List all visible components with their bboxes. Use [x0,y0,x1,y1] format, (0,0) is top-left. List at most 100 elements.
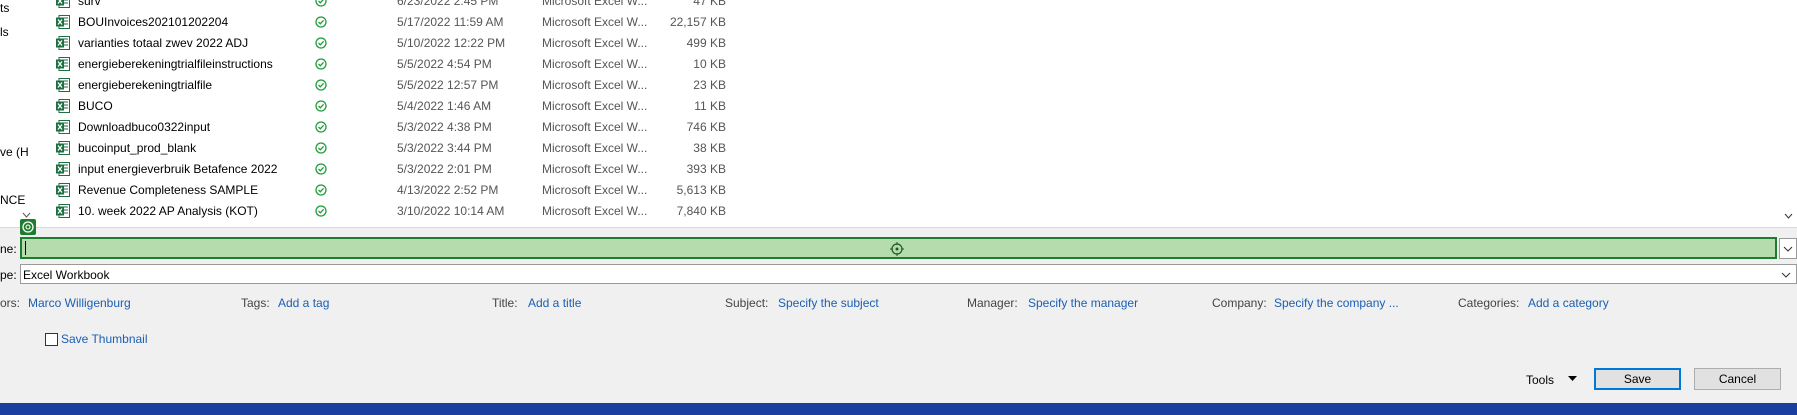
file-type: Microsoft Excel W... [542,99,648,113]
sync-ok-icon [315,163,327,175]
file-name: energieberekeningtrialfileinstructions [78,57,273,71]
authors-value[interactable]: Marco Willigenburg [28,296,131,310]
file-list: surv 6/23/2022 2:45 PM Microsoft Excel W..… [33,0,1797,228]
sync-ok-icon [315,205,327,217]
file-size: 11 KB [694,99,726,113]
file-date: 6/23/2022 2:45 PM [397,0,499,8]
subject-label: Subject: [725,296,769,310]
file-name: varianties totaal zwev 2022 ADJ [78,36,249,50]
title-value[interactable]: Add a title [528,296,581,310]
file-type: Microsoft Excel W... [542,57,648,71]
file-row[interactable]: input energieverbruik Betafence 2022 5/3/… [33,159,733,180]
navigation-pane: ts ls ve (H NCE [0,0,34,228]
tags-label: Tags: [241,296,270,310]
excel-file-icon [56,15,70,29]
file-name: Downloadbuco0322input [78,120,211,134]
file-type: Microsoft Excel W... [542,78,648,92]
scroll-down-icon[interactable] [1784,212,1793,220]
file-row[interactable]: surv 6/23/2022 2:45 PM Microsoft Excel W..… [33,0,733,12]
file-row[interactable]: BOUInvoices202101202204 5/17/2022 11:59 A… [33,12,733,33]
subject-value[interactable]: Specify the subject [778,296,879,310]
sync-ok-icon [315,0,327,7]
excel-file-icon [56,99,70,113]
file-name: surv [78,0,101,8]
company-label: Company: [1212,296,1267,310]
file-size: 22,157 KB [669,15,726,29]
file-type: Microsoft Excel W... [542,36,648,50]
save-thumbnail-checkbox[interactable] [45,333,58,346]
excel-file-icon [56,120,70,134]
file-row[interactable]: energieberekeningtrialfileinstructions 5/… [33,54,733,75]
cancel-button[interactable]: Cancel [1694,368,1781,390]
excel-file-icon [56,36,70,50]
excel-file-icon [56,162,70,176]
filename-dropdown-button[interactable] [1779,238,1797,259]
file-date: 3/10/2022 10:14 AM [397,204,505,218]
file-row[interactable]: BUCO 5/4/2022 1:46 AM Microsoft Excel W...… [33,96,733,117]
excel-file-icon [56,141,70,155]
sync-ok-icon [315,121,327,133]
save-thumbnail-label[interactable]: Save Thumbnail [61,332,148,346]
nav-item-fragment[interactable]: ts [0,1,9,15]
sync-ok-icon [315,100,327,112]
savetype-value: Excel Workbook [23,268,110,282]
file-row[interactable]: Downloadbuco0322input 5/3/2022 4:38 PM Mic… [33,117,733,138]
file-name: 10. week 2022 AP Analysis (KOT) [78,204,258,218]
file-size: 5,613 KB [676,183,726,197]
file-date: 5/3/2022 4:38 PM [397,120,492,134]
savetype-select[interactable]: Excel Workbook [20,264,1797,284]
file-name: Revenue Completeness SAMPLE [78,183,259,197]
tags-value[interactable]: Add a tag [278,296,329,310]
savetype-label: pe: [0,268,17,282]
file-type: Microsoft Excel W... [542,0,648,8]
authors-label: ors: [0,296,21,310]
file-size: 38 KB [693,141,726,155]
sync-ok-icon [315,184,327,196]
file-size: 7,840 KB [676,204,726,218]
caret-down-icon[interactable] [1568,376,1577,382]
file-row[interactable]: Revenue Completeness SAMPLE 4/13/2022 2:5… [33,180,733,201]
file-type: Microsoft Excel W... [542,204,648,218]
file-name: BUCO [78,99,113,113]
file-size: 393 KB [686,162,726,176]
file-row[interactable]: varianties totaal zwev 2022 ADJ 5/10/2022… [33,33,733,54]
file-date: 5/17/2022 11:59 AM [397,15,504,29]
file-size: 499 KB [686,36,726,50]
file-type: Microsoft Excel W... [542,162,648,176]
crosshair-target-icon [20,219,36,235]
save-button[interactable]: Save [1594,368,1681,390]
file-name: BOUInvoices202101202204 [78,15,229,29]
file-date: 5/5/2022 4:54 PM [397,57,492,71]
file-date: 5/3/2022 2:01 PM [397,162,492,176]
excel-file-icon [56,204,70,218]
chevron-down-icon [1781,272,1791,278]
file-date: 5/10/2022 12:22 PM [397,36,506,50]
file-row[interactable]: energieberekeningtrialfile 5/5/2022 12:57… [33,75,733,96]
file-size: 47 KB [693,0,726,8]
vertical-scrollbar[interactable] [1780,0,1797,228]
categories-value[interactable]: Add a category [1528,296,1609,310]
file-size: 23 KB [693,78,726,92]
tools-button[interactable]: Tools [1526,373,1554,387]
categories-label: Categories: [1458,296,1520,310]
file-size: 10 KB [693,57,726,71]
file-name: energieberekeningtrialfile [78,78,213,92]
file-type: Microsoft Excel W... [542,15,648,29]
sync-ok-icon [315,37,327,49]
chevron-down-icon[interactable] [22,211,31,219]
nav-item-fragment[interactable]: ve (H [0,145,29,159]
manager-value[interactable]: Specify the manager [1028,296,1138,310]
nav-item-fragment[interactable]: ls [0,25,9,39]
sync-ok-icon [315,16,327,28]
file-row[interactable]: 10. week 2022 AP Analysis (KOT) 3/10/2022… [33,201,733,222]
nav-item-fragment[interactable]: NCE [0,193,25,207]
file-name: bucoinput_prod_blank [78,141,197,155]
filename-input[interactable] [20,237,1777,259]
file-name: input energieverbruik Betafence 2022 [78,162,278,176]
sync-ok-icon [315,142,327,154]
sync-ok-icon [315,79,327,91]
chevron-down-icon [1783,246,1793,252]
file-row[interactable]: bucoinput_prod_blank 5/3/2022 3:44 PM Micr… [33,138,733,159]
taskbar [0,403,1797,415]
company-value[interactable]: Specify the company ... [1274,296,1399,310]
